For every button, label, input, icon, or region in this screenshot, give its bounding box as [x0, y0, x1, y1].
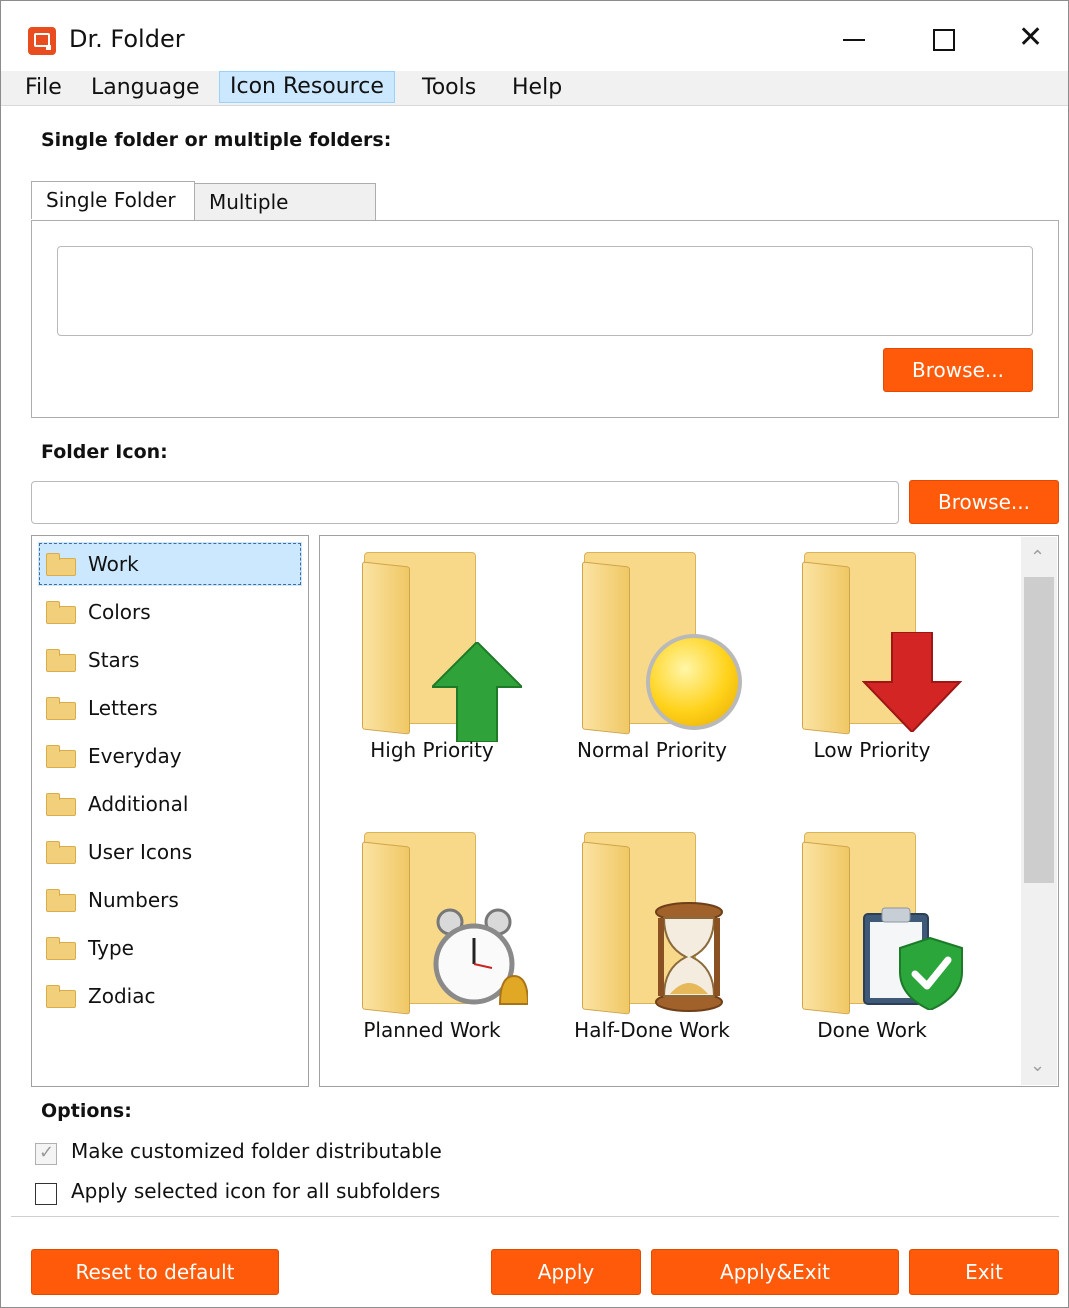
- icon-grid-scrollbar[interactable]: ⌃ ⌄: [1021, 537, 1057, 1085]
- icon-path-input[interactable]: [31, 481, 899, 524]
- folder-icon: [46, 841, 76, 864]
- hourglass-folder-icon: [582, 832, 723, 1015]
- folder-path-input[interactable]: [57, 246, 1033, 336]
- menu-tools[interactable]: Tools: [412, 73, 486, 103]
- icon-item-high-priority[interactable]: High Priority: [322, 542, 542, 772]
- category-label: Additional: [88, 792, 189, 816]
- category-label: Letters: [88, 696, 158, 720]
- tab-single-folder[interactable]: Single Folder: [31, 181, 195, 219]
- options-label: Options:: [41, 1100, 132, 1122]
- icon-label: Low Priority: [813, 738, 931, 762]
- menu-bar: File Language Icon Resource Tools Help: [1, 71, 1068, 106]
- icon-item-normal-priority[interactable]: Normal Priority: [542, 542, 762, 772]
- maximize-icon: [933, 29, 955, 51]
- folder-icon: [46, 889, 76, 912]
- app-logo-icon: [28, 27, 56, 55]
- folder-icon: [46, 601, 76, 624]
- browse-icon-button[interactable]: Browse...: [909, 480, 1059, 524]
- menu-language[interactable]: Language: [81, 73, 210, 103]
- category-label: Work: [88, 552, 139, 576]
- chevron-up-icon[interactable]: ⌃: [1030, 547, 1045, 568]
- folder-icon: [46, 553, 76, 576]
- category-item-colors[interactable]: Colors: [38, 590, 302, 634]
- category-label: Everyday: [88, 744, 182, 768]
- browse-folder-button[interactable]: Browse...: [883, 348, 1033, 392]
- apply-button[interactable]: Apply: [491, 1249, 641, 1295]
- icon-grid: High Priority Normal Priority Low Priori…: [319, 535, 1059, 1087]
- category-item-numbers[interactable]: Numbers: [38, 878, 302, 922]
- red-down-arrow-folder-icon: [802, 552, 962, 735]
- minimize-icon: [843, 39, 865, 41]
- category-label: Type: [88, 936, 134, 960]
- alarm-clock-folder-icon: [362, 832, 528, 1015]
- category-item-work[interactable]: Work: [38, 542, 302, 586]
- category-item-zodiac[interactable]: Zodiac: [38, 974, 302, 1018]
- folder-icon: [46, 985, 76, 1008]
- icon-item-done-work[interactable]: Done Work: [762, 822, 982, 1052]
- yellow-circle-folder-icon: [582, 552, 742, 735]
- menu-help[interactable]: Help: [502, 73, 572, 103]
- folder-icon: [46, 937, 76, 960]
- close-icon: ✕: [1018, 20, 1044, 55]
- clipboard-check-folder-icon: [802, 832, 963, 1015]
- menu-file[interactable]: File: [15, 73, 72, 103]
- green-up-arrow-folder-icon: [362, 552, 522, 742]
- app-window: Dr. Folder ✕ File Language Icon Resource…: [0, 0, 1069, 1308]
- close-button[interactable]: ✕: [1003, 15, 1063, 65]
- category-label: Colors: [88, 600, 151, 624]
- icon-label: Normal Priority: [577, 738, 727, 762]
- category-item-letters[interactable]: Letters: [38, 686, 302, 730]
- subfolders-label: Apply selected icon for all subfolders: [71, 1179, 441, 1203]
- icon-label: Half-Done Work: [574, 1018, 730, 1042]
- scroll-thumb[interactable]: [1024, 577, 1054, 883]
- category-item-everyday[interactable]: Everyday: [38, 734, 302, 778]
- tab-multiple-folders[interactable]: Multiple Folders: [194, 183, 376, 250]
- category-label: Numbers: [88, 888, 179, 912]
- icon-label: Done Work: [817, 1018, 927, 1042]
- folder-icon: [46, 793, 76, 816]
- icon-item-planned-work[interactable]: Planned Work: [322, 822, 542, 1052]
- category-label: User Icons: [88, 840, 193, 864]
- chevron-down-icon[interactable]: ⌄: [1030, 1055, 1045, 1076]
- minimize-button[interactable]: [823, 15, 883, 65]
- divider: [11, 1216, 1059, 1217]
- icon-label: High Priority: [370, 738, 494, 762]
- window-title: Dr. Folder: [69, 25, 185, 53]
- title-bar: Dr. Folder ✕: [1, 1, 1068, 71]
- category-label: Stars: [88, 648, 140, 672]
- distributable-label: Make customized folder distributable: [71, 1139, 442, 1163]
- checkmark-icon: ✓: [39, 1142, 55, 1163]
- folders-section-label: Single folder or multiple folders:: [41, 129, 392, 151]
- icon-item-low-priority[interactable]: Low Priority: [762, 542, 982, 772]
- category-item-user-icons[interactable]: User Icons: [38, 830, 302, 874]
- folder-icon: [46, 697, 76, 720]
- folder-icon: [46, 745, 76, 768]
- folder-icon: [46, 649, 76, 672]
- category-list: Work Colors Stars Letters Everyday Addit…: [31, 535, 309, 1087]
- exit-button[interactable]: Exit: [909, 1249, 1059, 1295]
- folder-icon-label: Folder Icon:: [41, 441, 168, 463]
- icon-label: Planned Work: [363, 1018, 501, 1042]
- maximize-button[interactable]: [913, 15, 973, 65]
- category-item-stars[interactable]: Stars: [38, 638, 302, 682]
- reset-to-default-button[interactable]: Reset to default: [31, 1249, 279, 1295]
- distributable-checkbox[interactable]: ✓: [35, 1142, 57, 1165]
- apply-and-exit-button[interactable]: Apply&Exit: [651, 1249, 899, 1295]
- menu-icon-resource[interactable]: Icon Resource: [219, 71, 395, 103]
- category-label: Zodiac: [88, 984, 156, 1008]
- category-item-additional[interactable]: Additional: [38, 782, 302, 826]
- subfolders-checkbox[interactable]: [35, 1183, 57, 1205]
- category-item-type[interactable]: Type: [38, 926, 302, 970]
- icon-item-half-done-work[interactable]: Half-Done Work: [542, 822, 762, 1052]
